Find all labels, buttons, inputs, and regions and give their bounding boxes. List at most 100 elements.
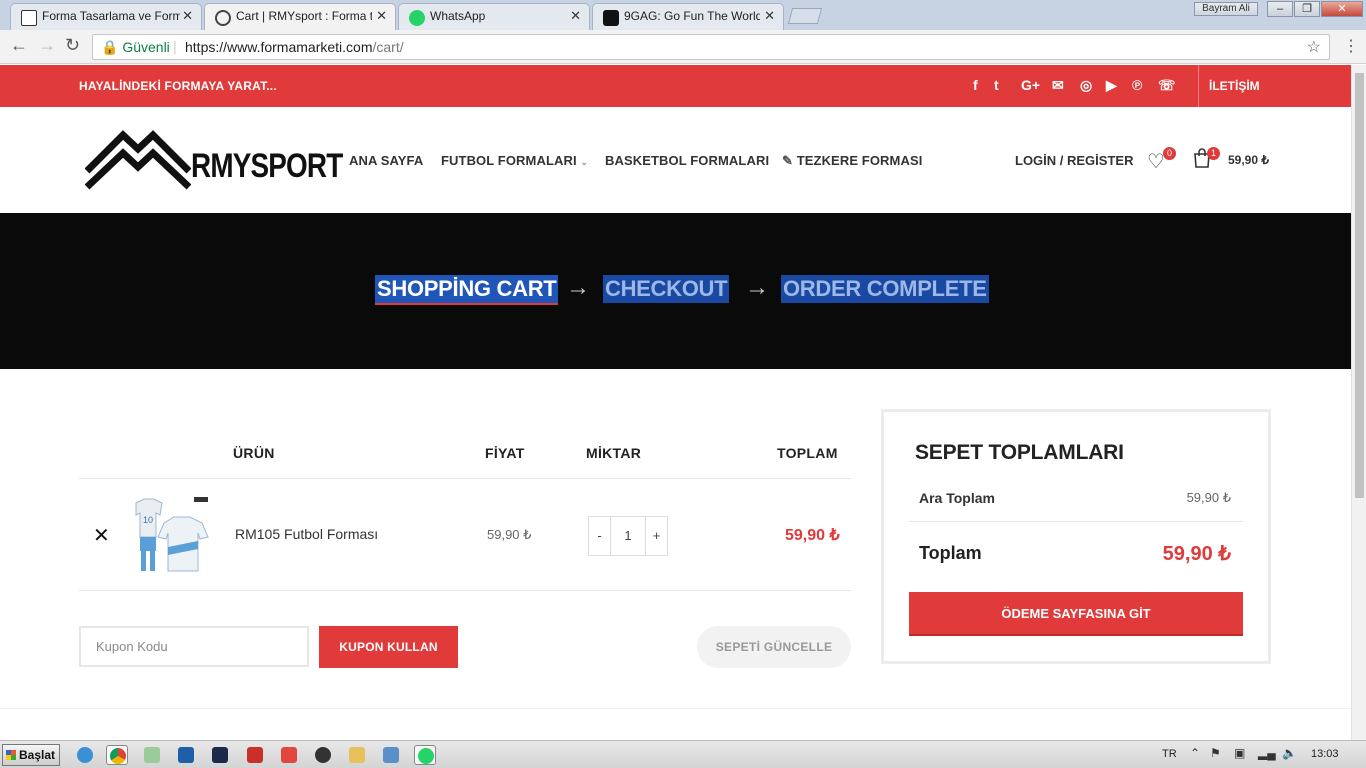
product-price: 59,90 ₺ bbox=[487, 527, 532, 542]
instagram-icon[interactable]: ◎ bbox=[1080, 77, 1092, 94]
start-button[interactable]: Başlat bbox=[2, 744, 60, 766]
total-value: 59,90 ₺ bbox=[1162, 543, 1231, 565]
close-tab-icon[interactable]: ✕ bbox=[764, 8, 775, 24]
whatsapp-taskbar-icon[interactable] bbox=[414, 745, 436, 765]
forward-icon[interactable]: → bbox=[38, 35, 56, 56]
whatsapp-icon[interactable]: ☏ bbox=[1158, 77, 1176, 94]
top-bar-tagline: HAYALİNDEKİ FORMAYA YARAT... bbox=[79, 79, 277, 93]
tab-whatsapp[interactable]: WhatsApp ✕ bbox=[398, 3, 590, 30]
pinterest-icon[interactable]: ℗ bbox=[1132, 77, 1142, 93]
page-scrollbar[interactable] bbox=[1351, 65, 1366, 740]
youtube-icon[interactable]: ▶ bbox=[1106, 77, 1117, 94]
tab-title: Cart | RMYsport : Forma ta bbox=[236, 9, 372, 23]
col-header-total: TOPLAM bbox=[777, 445, 838, 461]
media-icon[interactable] bbox=[312, 745, 334, 765]
cart-count-badge: 1 bbox=[1207, 147, 1220, 160]
contact-link[interactable]: İLETİŞİM bbox=[1209, 79, 1260, 93]
window-close-button[interactable]: ✕ bbox=[1321, 1, 1363, 17]
device-icon[interactable]: ▣ bbox=[1234, 746, 1245, 760]
language-indicator[interactable]: TR bbox=[1162, 748, 1177, 760]
remove-item-icon[interactable]: ✕ bbox=[93, 523, 110, 548]
close-tab-icon[interactable]: ✕ bbox=[182, 8, 193, 24]
coupon-code-input[interactable] bbox=[79, 626, 309, 667]
tab-9gag[interactable]: 9GAG: Go Fun The World ✕ bbox=[592, 3, 784, 30]
filezilla-icon[interactable] bbox=[244, 745, 266, 765]
step-shopping-cart[interactable]: SHOPPİNG CART bbox=[375, 275, 559, 305]
network-signal-icon[interactable]: ▂▄ bbox=[1258, 746, 1276, 760]
app-icon[interactable] bbox=[141, 745, 163, 765]
google-plus-icon[interactable]: G+ bbox=[1021, 77, 1040, 93]
back-icon[interactable]: ← bbox=[10, 35, 28, 56]
maximize-button[interactable]: ❐ bbox=[1294, 1, 1320, 17]
profile-button[interactable]: Bayram Ali bbox=[1194, 2, 1258, 16]
minimize-button[interactable]: – bbox=[1267, 1, 1293, 17]
whatsapp-icon bbox=[409, 10, 425, 26]
bookmark-star-icon[interactable]: ☆ bbox=[1307, 37, 1321, 57]
photoshop-icon[interactable] bbox=[209, 745, 231, 765]
address-bar[interactable]: 🔒 Güvenli | https://www.formamarketi.com… bbox=[92, 34, 1330, 60]
tab-forma-tasarlama[interactable]: Forma Tasarlama ve Forma ✕ bbox=[10, 3, 202, 30]
internet-explorer-icon[interactable] bbox=[74, 745, 96, 765]
nav-football-jerseys[interactable]: FUTBOL FORMALARI ⌄ bbox=[441, 153, 588, 168]
tab-title: 9GAG: Go Fun The World bbox=[624, 9, 760, 23]
secure-indicator[interactable]: 🔒 Güvenli bbox=[101, 39, 170, 56]
browser-tab-strip: Forma Tasarlama ve Forma ✕ Cart | RMYspo… bbox=[0, 0, 1366, 30]
apply-coupon-button[interactable]: KUPON KULLAN bbox=[319, 626, 458, 668]
cart-totals-title: SEPET TOPLAMLARI bbox=[915, 441, 1124, 464]
nav-label: TEZKERE FORMASI bbox=[796, 153, 923, 168]
checkout-steps-banner: SHOPPİNG CART → CHECKOUT → ORDER COMPLET… bbox=[0, 213, 1351, 369]
scrollbar-thumb[interactable] bbox=[1355, 73, 1364, 498]
9gag-icon bbox=[603, 10, 619, 26]
subtotal-value: 59,90 ₺ bbox=[1186, 490, 1231, 505]
wishlist-count-badge: 0 bbox=[1163, 147, 1176, 160]
divider bbox=[79, 590, 851, 591]
nav-tezkere[interactable]: ✎ TEZKERE FORMASI bbox=[782, 153, 922, 169]
update-cart-button[interactable]: SEPETİ GÜNCELLE bbox=[697, 626, 851, 668]
close-tab-icon[interactable]: ✕ bbox=[570, 8, 581, 24]
login-register-link[interactable]: LOGİN / REGİSTER bbox=[1015, 153, 1133, 168]
tray-expand-icon[interactable]: ⌃ bbox=[1190, 746, 1200, 760]
top-bar: HAYALİNDEKİ FORMAYA YARAT... f t G+ ✉ ◎ … bbox=[0, 65, 1351, 107]
email-icon[interactable]: ✉ bbox=[1052, 77, 1064, 94]
proceed-to-checkout-button[interactable]: ÖDEME SAYFASINA GİT bbox=[909, 592, 1243, 636]
lock-icon: 🔒 bbox=[101, 39, 119, 55]
new-tab-button[interactable] bbox=[787, 8, 823, 24]
nav-home[interactable]: ANA SAYFA bbox=[349, 153, 423, 168]
cart-totals-box: SEPET TOPLAMLARI Ara Toplam 59,90 ₺ Topl… bbox=[881, 409, 1271, 664]
logo-mark-icon bbox=[84, 130, 192, 190]
product-image[interactable]: 10 bbox=[128, 493, 212, 575]
arrow-right-icon: → bbox=[566, 274, 590, 301]
quantity-increase-button[interactable]: + bbox=[645, 517, 667, 555]
volume-icon[interactable]: 🔈 bbox=[1282, 746, 1297, 760]
nav-basketball-jerseys[interactable]: BASKETBOL FORMALARI bbox=[605, 153, 769, 168]
divider bbox=[0, 708, 1351, 709]
browser-menu-icon[interactable]: ⋮ bbox=[1343, 36, 1359, 56]
quantity-decrease-button[interactable]: - bbox=[589, 517, 611, 555]
chrome-icon[interactable] bbox=[106, 745, 128, 765]
facebook-icon[interactable]: f bbox=[973, 77, 978, 93]
twitter-icon[interactable]: t bbox=[994, 77, 999, 93]
logo-text: RMYSPORT bbox=[191, 147, 343, 185]
outlook-icon[interactable] bbox=[175, 745, 197, 765]
col-header-price: FİYAT bbox=[485, 445, 525, 461]
product-name-link[interactable]: RM105 Futbol Forması bbox=[235, 526, 378, 542]
tab-cart[interactable]: Cart | RMYsport : Forma ta ✕ bbox=[204, 3, 396, 30]
secure-label: Güvenli bbox=[122, 39, 170, 55]
browser-toolbar: ← → ↻ 🔒 Güvenli | https://www.formamarke… bbox=[0, 30, 1366, 64]
quantity-input[interactable]: 1 bbox=[611, 517, 645, 555]
network-app-icon[interactable] bbox=[380, 745, 402, 765]
divider bbox=[909, 521, 1243, 522]
site-logo[interactable]: RMYSPORT bbox=[84, 129, 343, 200]
reload-icon[interactable]: ↻ bbox=[65, 35, 80, 56]
close-tab-icon[interactable]: ✕ bbox=[376, 8, 387, 24]
flag-icon[interactable]: ⚑ bbox=[1210, 746, 1221, 760]
clock[interactable]: 13:03 bbox=[1311, 748, 1339, 760]
step-order-complete[interactable]: ORDER COMPLETE bbox=[781, 275, 989, 303]
anydesk-icon[interactable] bbox=[278, 745, 300, 765]
cart-amount[interactable]: 59,90 ₺ bbox=[1228, 153, 1269, 167]
step-checkout[interactable]: CHECKOUT bbox=[603, 275, 730, 303]
os-taskbar: Başlat TR ⌃ ⚑ ▣ ▂▄ 🔈 13:03 bbox=[0, 740, 1366, 768]
folder-icon[interactable] bbox=[346, 745, 368, 765]
jersey-icon: ✎ bbox=[782, 153, 793, 168]
url-text[interactable]: https://www.formamarketi.com/cart/ bbox=[185, 39, 404, 55]
